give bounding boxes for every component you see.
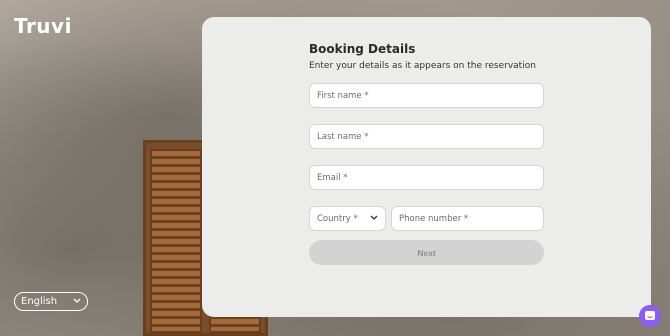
country-placeholder: Country * [317, 213, 358, 224]
chat-icon [644, 307, 656, 326]
language-selector[interactable]: English [14, 292, 88, 311]
booking-card: Booking Details Enter your details as it… [202, 17, 651, 317]
last-name-field[interactable]: Last name * [309, 124, 544, 149]
form-subtitle: Enter your details as it appears on the … [309, 61, 536, 71]
shutter-panel-left [150, 149, 202, 333]
phone-placeholder: Phone number * [399, 213, 469, 224]
chevron-down-icon [73, 297, 81, 306]
email-field[interactable]: Email * [309, 165, 544, 190]
language-selected: English [21, 296, 58, 307]
brand-logo[interactable]: Truvi [14, 14, 72, 38]
chevron-down-icon [370, 214, 378, 223]
phone-number-field[interactable]: Phone number * [391, 206, 544, 231]
chat-launcher-button[interactable] [639, 305, 661, 327]
form-title: Booking Details [309, 42, 416, 56]
first-name-field[interactable]: First name * [309, 83, 544, 108]
next-button[interactable]: Next [309, 240, 544, 265]
country-select[interactable]: Country * [309, 206, 386, 231]
last-name-placeholder: Last name * [317, 131, 369, 142]
first-name-placeholder: First name * [317, 90, 369, 101]
email-placeholder: Email * [317, 172, 348, 183]
